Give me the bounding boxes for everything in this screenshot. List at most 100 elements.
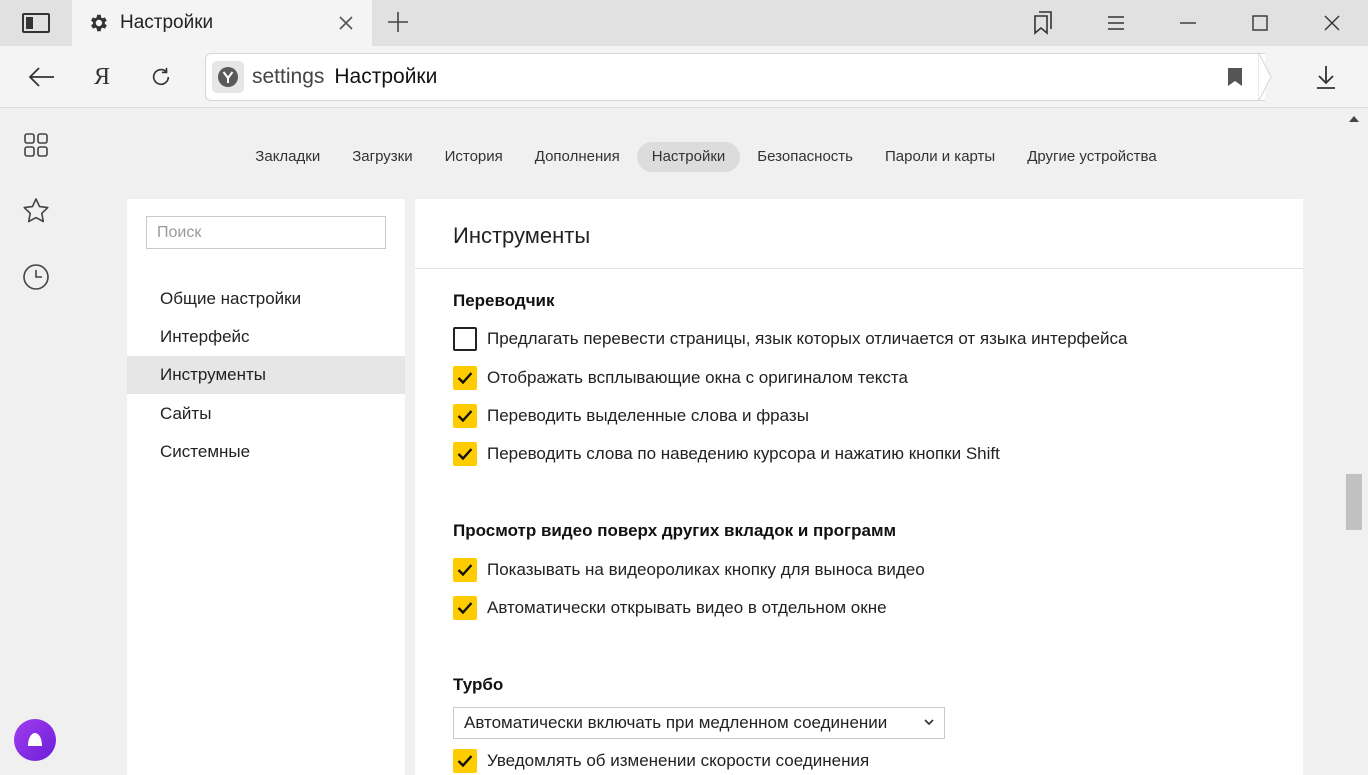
back-button[interactable] bbox=[20, 56, 64, 98]
option-offer-translate[interactable]: Предлагать перевести страницы, язык кото… bbox=[453, 326, 1127, 352]
option-label: Отображать всплывающие окна с оригиналом… bbox=[487, 368, 908, 387]
minimize-icon bbox=[1180, 22, 1196, 24]
checkmark-icon bbox=[457, 602, 473, 615]
checkbox-checked[interactable] bbox=[453, 442, 477, 466]
option-label: Показывать на видеороликах кнопку для вы… bbox=[487, 560, 925, 579]
window-close-button[interactable] bbox=[1308, 0, 1356, 46]
tab-downloads[interactable]: Загрузки bbox=[337, 142, 427, 172]
scroll-thumb[interactable] bbox=[1346, 474, 1362, 530]
hamburger-icon bbox=[1108, 16, 1124, 30]
settings-page: Закладки Загрузки История Дополнения Нас… bbox=[72, 108, 1340, 775]
site-info-button[interactable] bbox=[212, 61, 244, 93]
close-icon[interactable] bbox=[332, 9, 360, 37]
clock-icon bbox=[23, 264, 49, 290]
alice-icon bbox=[28, 733, 42, 746]
option-label: Уведомлять об изменении скорости соедине… bbox=[487, 751, 870, 770]
plus-icon bbox=[388, 12, 408, 32]
checkbox-checked[interactable] bbox=[453, 558, 477, 582]
section-title-translator: Переводчик bbox=[453, 291, 555, 310]
chevron-down-icon bbox=[924, 719, 934, 726]
gear-icon bbox=[86, 11, 110, 35]
url-host: settings bbox=[252, 65, 325, 88]
page-scrollbar[interactable] bbox=[1340, 108, 1368, 775]
collections-button[interactable] bbox=[1019, 0, 1067, 46]
settings-sidebar: Общие настройки Интерфейс Инструменты Са… bbox=[127, 199, 405, 775]
scroll-up-arrow-icon bbox=[1349, 116, 1359, 122]
menu-button[interactable] bbox=[1092, 0, 1140, 46]
option-auto-open-video-window[interactable]: Автоматически открывать видео в отдельно… bbox=[453, 595, 887, 621]
option-label: Переводить выделенные слова и фразы bbox=[487, 406, 809, 425]
tab-settings-active[interactable]: Настройки bbox=[636, 142, 741, 172]
settings-nav: Закладки Загрузки История Дополнения Нас… bbox=[72, 142, 1340, 172]
sidebar-toggle-button[interactable] bbox=[0, 0, 72, 46]
collections-icon bbox=[1034, 11, 1052, 35]
yandex-browser-icon bbox=[218, 67, 238, 87]
toolbar: Я settings Настройки bbox=[0, 46, 1368, 108]
select-value: Автоматически включать при медленном сое… bbox=[464, 713, 888, 732]
checkmark-icon bbox=[457, 372, 473, 385]
tab-history[interactable]: История bbox=[430, 142, 518, 172]
arrow-left-icon bbox=[29, 67, 54, 87]
section-title-video: Просмотр видео поверх других вкладок и п… bbox=[453, 521, 897, 540]
option-video-popout-button[interactable]: Показывать на видеороликах кнопку для вы… bbox=[453, 557, 925, 583]
history-panel-button[interactable] bbox=[14, 255, 58, 299]
checkmark-icon bbox=[457, 755, 473, 768]
checkmark-icon bbox=[457, 410, 473, 423]
section-title-turbo: Турбо bbox=[453, 675, 504, 694]
settings-content: Инструменты Переводчик Предлагать переве… bbox=[415, 199, 1303, 775]
turbo-mode-select[interactable]: Автоматически включать при медленном сое… bbox=[453, 707, 945, 739]
checkbox-checked[interactable] bbox=[453, 749, 477, 773]
minimize-button[interactable] bbox=[1164, 0, 1212, 46]
yandex-logo-icon: Я bbox=[93, 63, 110, 90]
alice-assistant-button[interactable] bbox=[14, 719, 56, 761]
sidebar-item-system[interactable]: Системные bbox=[127, 433, 405, 471]
sidebar-item-sites[interactable]: Сайты bbox=[127, 395, 405, 433]
checkbox-checked[interactable] bbox=[453, 366, 477, 390]
checkmark-icon bbox=[457, 564, 473, 577]
option-notify-speed-change[interactable]: Уведомлять об изменении скорости соедине… bbox=[453, 748, 869, 774]
download-icon bbox=[1317, 66, 1335, 89]
bookmark-icon[interactable] bbox=[1223, 63, 1247, 91]
option-label: Автоматически открывать видео в отдельно… bbox=[487, 598, 887, 617]
tab-passwords[interactable]: Пароли и карты bbox=[870, 142, 1010, 172]
bookmarks-panel-button[interactable] bbox=[14, 189, 58, 233]
maximize-icon bbox=[1252, 15, 1268, 31]
downloads-button[interactable] bbox=[1304, 56, 1348, 98]
tab-security[interactable]: Безопасность bbox=[742, 142, 868, 172]
sidebar-item-interface[interactable]: Интерфейс bbox=[127, 318, 405, 356]
tab-strip: Настройки bbox=[0, 0, 1368, 46]
tab-other-devices[interactable]: Другие устройства bbox=[1012, 142, 1171, 172]
reload-button[interactable] bbox=[139, 56, 183, 98]
option-translate-hover-shift[interactable]: Переводить слова по наведению курсора и … bbox=[453, 441, 1000, 467]
tab-title: Настройки bbox=[120, 12, 214, 33]
maximize-button[interactable] bbox=[1236, 0, 1284, 46]
new-tab-button[interactable] bbox=[382, 6, 414, 38]
checkbox-checked[interactable] bbox=[453, 404, 477, 428]
grid-icon bbox=[24, 133, 48, 157]
sidebar-item-general[interactable]: Общие настройки bbox=[127, 280, 405, 318]
checkbox-checked[interactable] bbox=[453, 596, 477, 620]
search-input[interactable] bbox=[146, 216, 386, 249]
star-icon bbox=[23, 198, 49, 223]
address-bar-edge bbox=[1258, 53, 1272, 101]
page-title: Инструменты bbox=[453, 223, 591, 248]
option-translate-selection[interactable]: Переводить выделенные слова и фразы bbox=[453, 403, 809, 429]
option-label: Предлагать перевести страницы, язык кото… bbox=[487, 329, 1128, 348]
tab-bookmarks[interactable]: Закладки bbox=[240, 142, 335, 172]
sidebar-item-tools[interactable]: Инструменты bbox=[127, 356, 405, 394]
checkmark-icon bbox=[457, 448, 473, 461]
option-label: Переводить слова по наведению курсора и … bbox=[487, 444, 1000, 463]
content-header: Инструменты bbox=[415, 199, 1303, 269]
tableau-button[interactable] bbox=[14, 123, 58, 167]
tab-extensions[interactable]: Дополнения bbox=[520, 142, 635, 172]
checkbox-unchecked[interactable] bbox=[453, 327, 477, 351]
option-show-original-popups[interactable]: Отображать всплывающие окна с оригиналом… bbox=[453, 365, 908, 391]
yandex-home-button[interactable]: Я bbox=[80, 56, 124, 98]
reload-icon bbox=[152, 67, 170, 86]
sidebar-toggle-icon bbox=[22, 13, 50, 33]
tab-settings[interactable]: Настройки bbox=[72, 0, 372, 46]
close-icon bbox=[1324, 15, 1340, 31]
url-page-title: Настройки bbox=[334, 65, 438, 88]
address-bar[interactable]: settings Настройки bbox=[205, 53, 1265, 101]
side-panel bbox=[0, 108, 72, 775]
